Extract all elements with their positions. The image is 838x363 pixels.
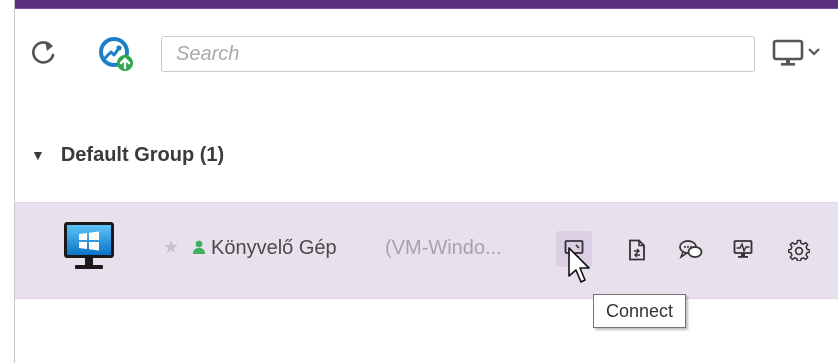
top-accent-bar — [15, 0, 838, 9]
chat-button[interactable] — [671, 231, 707, 267]
connect-tooltip: Connect — [593, 294, 687, 328]
refresh-icon[interactable] — [29, 38, 57, 66]
monitor-dropdown[interactable] — [771, 38, 831, 68]
file-transfer-button[interactable] — [619, 231, 655, 267]
search-input[interactable] — [161, 36, 755, 72]
windows-monitor-icon — [63, 221, 115, 273]
group-title: Default Group (1) — [60, 143, 225, 166]
device-row[interactable]: ★ Könyvelő Gép (VM-Windo... — [15, 202, 838, 299]
expand-triangle-icon[interactable]: ▼ — [31, 147, 45, 163]
online-status-icon — [193, 240, 205, 254]
toolbar — [15, 26, 838, 96]
app-frame: ▼ Default Group (1) ★ — [14, 0, 838, 363]
group-header[interactable]: ▼ Default Group (1) — [31, 140, 224, 170]
favorite-star-icon[interactable]: ★ — [163, 237, 179, 258]
remote-access-icon[interactable] — [97, 36, 137, 72]
system-monitor-button[interactable] — [725, 231, 761, 267]
settings-button[interactable] — [780, 231, 816, 267]
device-subtitle: (VM-Windo... — [385, 237, 502, 259]
mouse-cursor-icon — [567, 246, 591, 286]
device-name[interactable]: Könyvelő Gép — [211, 237, 337, 260]
